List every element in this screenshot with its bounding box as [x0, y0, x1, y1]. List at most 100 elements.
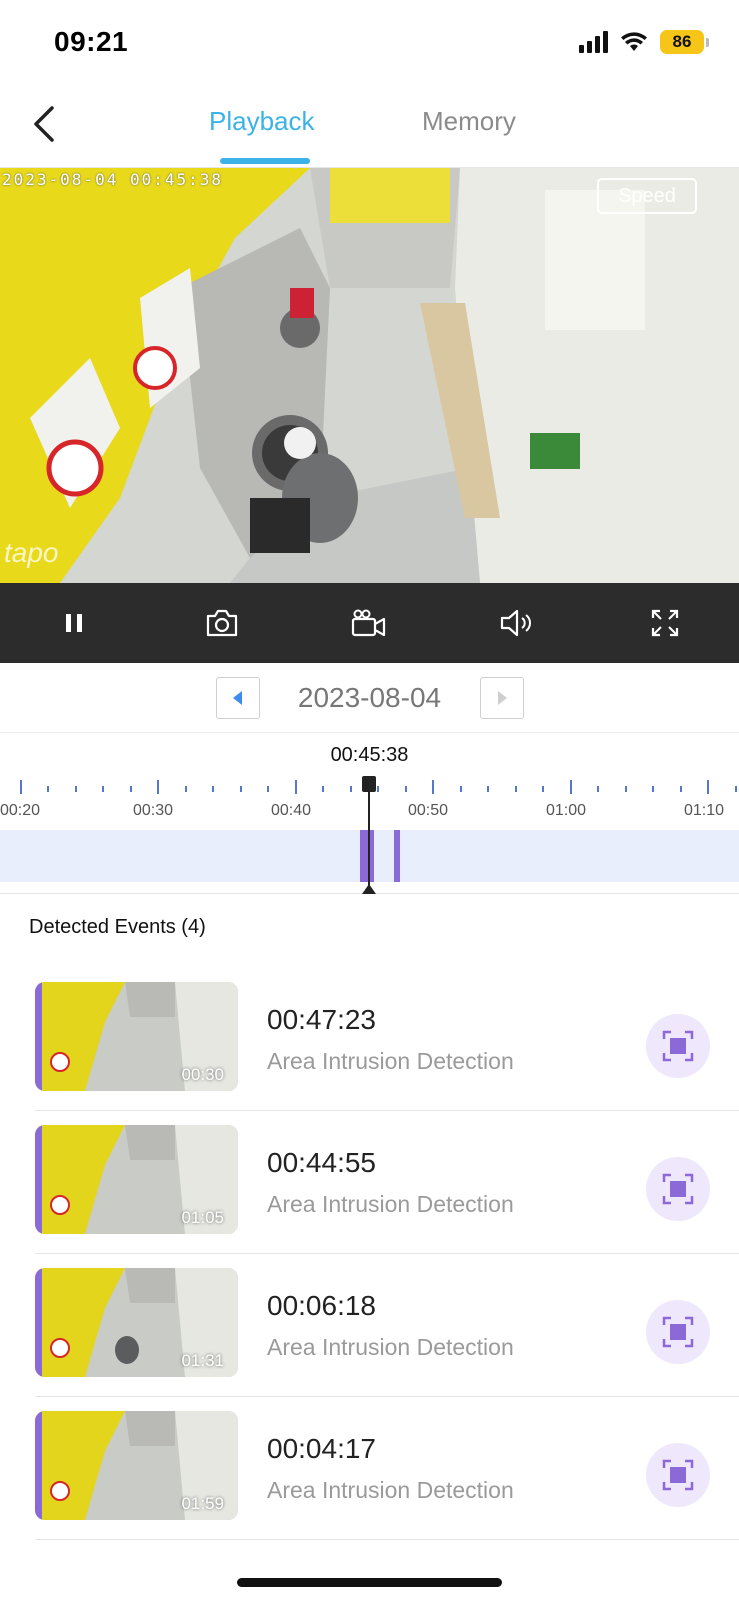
tick-label: 00:40: [270, 802, 312, 819]
next-date-button[interactable]: [479, 676, 524, 719]
event-focus-button[interactable]: [646, 1157, 710, 1221]
tick-label: 01:00: [545, 802, 587, 819]
timeline[interactable]: 00:45:38 00:20 00:30 00:40 00:50 01:00 0…: [0, 734, 739, 894]
timeline-tick: [377, 786, 380, 792]
tab-playback[interactable]: Playback: [209, 106, 315, 137]
event-thumbnail[interactable]: 01:59: [35, 1411, 238, 1520]
event-focus-button[interactable]: [646, 1300, 710, 1364]
speaker-icon: [501, 609, 532, 637]
timeline-tick: [129, 786, 132, 792]
event-time: 00:47:23: [267, 1004, 376, 1035]
date-picker: 2023-08-04: [0, 663, 739, 733]
focus-frame-icon: [662, 1459, 694, 1491]
event-marker[interactable]: [394, 830, 400, 882]
event-thumbnail[interactable]: 01:05: [35, 1125, 238, 1234]
event-type: Area Intrusion Detection: [267, 1048, 514, 1074]
timeline-tick: [569, 780, 572, 794]
timeline-tick: [19, 780, 22, 794]
event-duration: 01:05: [181, 1208, 224, 1227]
timeline-tick: [239, 786, 242, 792]
timeline-tick: [652, 786, 655, 792]
event-type: Area Intrusion Detection: [267, 1191, 514, 1217]
home-indicator[interactable]: [237, 1578, 502, 1587]
timeline-tick: [734, 786, 737, 792]
event-item[interactable]: 01:31 00:06:18 Area Intrusion Detection: [35, 1254, 739, 1397]
timeline-tick: [157, 780, 160, 794]
video-player[interactable]: 2023-08-04 00:45:38 Speed tapo: [0, 168, 739, 583]
timeline-tick: [707, 780, 710, 794]
timeline-tick: [349, 786, 352, 792]
timeline-tick: [74, 786, 77, 792]
brand-watermark: tapo: [4, 537, 59, 568]
tick-label: 00:20: [0, 802, 41, 819]
playhead-pointer: [362, 884, 376, 894]
timeline-tick: [322, 786, 325, 792]
playhead-handle[interactable]: [362, 776, 376, 792]
event-thumbnail[interactable]: 00:30: [35, 982, 238, 1091]
snapshot-button[interactable]: [194, 595, 250, 651]
focus-frame-icon: [662, 1030, 694, 1062]
timeline-tick: [294, 780, 297, 794]
timeline-tick: [514, 786, 517, 792]
pause-icon: [65, 614, 82, 632]
timeline-tick: [487, 786, 490, 792]
timeline-tick: [184, 786, 187, 792]
wifi-icon: [621, 32, 647, 51]
event-type: Area Intrusion Detection: [267, 1334, 514, 1360]
camera-icon: [206, 609, 237, 637]
event-type: Area Intrusion Detection: [267, 1477, 514, 1503]
timeline-tick: [404, 786, 407, 792]
timeline-tick: [432, 780, 435, 794]
tick-label: 00:50: [407, 802, 449, 819]
timeline-tick: [597, 786, 600, 792]
event-focus-button[interactable]: [646, 1014, 710, 1078]
event-duration: 01:59: [181, 1494, 224, 1513]
events-heading: Detected Events (4): [29, 916, 206, 938]
timeline-current-time: 00:45:38: [330, 744, 409, 766]
timeline-tick: [459, 786, 462, 792]
status-time: 09:21: [54, 26, 129, 57]
event-time: 00:44:55: [267, 1147, 376, 1178]
event-item[interactable]: 00:30 00:47:23 Area Intrusion Detection: [35, 968, 739, 1111]
event-focus-button[interactable]: [646, 1443, 710, 1507]
event-list: 00:30 00:47:23 Area Intrusion Detection …: [35, 968, 739, 1540]
triangle-left-icon: [232, 690, 242, 705]
event-duration: 01:31: [181, 1351, 224, 1370]
pause-button[interactable]: [46, 595, 102, 651]
current-date[interactable]: 2023-08-04: [290, 682, 450, 714]
playhead[interactable]: [368, 776, 370, 892]
fullscreen-button[interactable]: [637, 595, 693, 651]
back-button[interactable]: [26, 102, 66, 146]
event-marker[interactable]: [360, 830, 374, 882]
cellular-signal-icon: [579, 31, 608, 53]
event-duration: 00:30: [181, 1065, 224, 1084]
tab-memory[interactable]: Memory: [422, 106, 516, 137]
timeline-tick: [267, 786, 270, 792]
active-tab-indicator: [220, 158, 310, 164]
previous-date-button[interactable]: [215, 676, 260, 719]
event-item[interactable]: 01:05 00:44:55 Area Intrusion Detection: [35, 1111, 739, 1254]
battery-level: 86: [660, 30, 704, 54]
timeline-tick: [542, 786, 545, 792]
camera-scene-image: [0, 168, 739, 583]
speed-button[interactable]: Speed: [597, 178, 697, 214]
event-thumbnail[interactable]: 01:31: [35, 1268, 238, 1377]
timeline-tick: [624, 786, 627, 792]
timeline-tick: [212, 786, 215, 792]
focus-frame-icon: [662, 1316, 694, 1348]
header: Playback Memory: [0, 90, 739, 168]
playback-controls: [0, 583, 739, 663]
audio-button[interactable]: [489, 595, 545, 651]
video-timestamp: 2023-08-04 00:45:38: [2, 170, 224, 189]
fullscreen-icon: [651, 609, 679, 637]
tick-label: 01:10: [683, 802, 725, 819]
event-item[interactable]: 01:59 00:04:17 Area Intrusion Detection: [35, 1397, 739, 1540]
tick-label: 00:30: [132, 802, 174, 819]
status-bar: 09:21 86: [0, 0, 739, 90]
event-time: 00:04:17: [267, 1433, 376, 1464]
record-button[interactable]: [341, 595, 397, 651]
timeline-tick: [102, 786, 105, 792]
status-icons: 86: [579, 30, 709, 54]
timeline-tick: [679, 786, 682, 792]
battery-icon: 86: [660, 30, 709, 54]
